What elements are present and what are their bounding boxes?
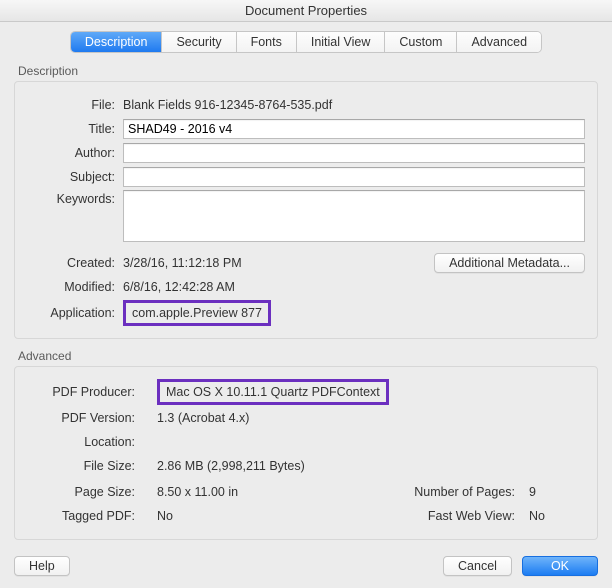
tab-fonts[interactable]: Fonts	[237, 32, 297, 52]
advanced-group-title: Advanced	[18, 349, 598, 363]
subject-label: Subject:	[27, 170, 123, 184]
tagged-pdf-value: No	[157, 509, 173, 523]
window-title: Document Properties	[0, 0, 612, 22]
tab-security[interactable]: Security	[162, 32, 236, 52]
tab-initial-view[interactable]: Initial View	[297, 32, 386, 52]
numpages-value: 9	[529, 485, 536, 499]
tab-bar: Description Security Fonts Initial View …	[0, 22, 612, 60]
pdf-version-value: 1.3 (Acrobat 4.x)	[157, 411, 249, 425]
advanced-group: PDF Producer: Mac OS X 10.11.1 Quartz PD…	[14, 366, 598, 540]
dialog-footer: Help Cancel OK	[14, 556, 598, 576]
author-field[interactable]	[123, 143, 585, 163]
subject-field[interactable]	[123, 167, 585, 187]
title-label: Title:	[27, 122, 123, 136]
numpages-label: Number of Pages:	[405, 485, 523, 499]
tagged-pdf-label: Tagged PDF:	[27, 509, 143, 523]
application-label: Application:	[27, 306, 123, 320]
description-group: File: Blank Fields 916-12345-8764-535.pd…	[14, 81, 598, 339]
file-label: File:	[27, 98, 123, 112]
description-group-title: Description	[18, 64, 598, 78]
keywords-field[interactable]	[123, 190, 585, 242]
pdf-version-label: PDF Version:	[27, 411, 143, 425]
additional-metadata-button[interactable]: Additional Metadata...	[434, 253, 585, 273]
help-button[interactable]: Help	[14, 556, 70, 576]
created-value: 3/28/16, 11:12:18 PM	[123, 256, 242, 270]
filesize-label: File Size:	[27, 459, 143, 473]
filesize-value: 2.86 MB (2,998,211 Bytes)	[157, 459, 305, 473]
pagesize-value: 8.50 x 11.00 in	[157, 485, 238, 499]
tab-advanced[interactable]: Advanced	[457, 32, 541, 52]
created-label: Created:	[27, 256, 123, 270]
pagesize-label: Page Size:	[27, 485, 143, 499]
modified-value: 6/8/16, 12:42:28 AM	[123, 280, 235, 294]
modified-label: Modified:	[27, 280, 123, 294]
title-field[interactable]	[123, 119, 585, 139]
ok-button[interactable]: OK	[522, 556, 598, 576]
tab-custom[interactable]: Custom	[385, 32, 457, 52]
location-label: Location:	[27, 435, 143, 449]
keywords-label: Keywords:	[27, 190, 123, 206]
pdf-producer-value: Mac OS X 10.11.1 Quartz PDFContext	[157, 379, 389, 405]
file-value: Blank Fields 916-12345-8764-535.pdf	[123, 98, 332, 112]
pdf-producer-label: PDF Producer:	[27, 385, 143, 399]
fastweb-value: No	[529, 509, 545, 523]
cancel-button[interactable]: Cancel	[443, 556, 512, 576]
fastweb-label: Fast Web View:	[405, 509, 523, 523]
tab-description[interactable]: Description	[71, 32, 163, 52]
author-label: Author:	[27, 146, 123, 160]
application-value: com.apple.Preview 877	[123, 300, 271, 326]
